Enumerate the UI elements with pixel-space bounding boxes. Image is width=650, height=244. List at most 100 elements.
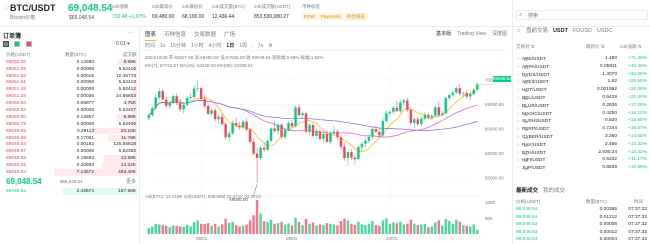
market-row[interactable]: ☆ APE3/USDT 5x 1.82 +25.65% <box>513 78 650 86</box>
tag-pow[interactable]: POW <box>302 13 317 20</box>
market-row[interactable]: ☆ RAY/USDT 5x 2.466 +13.33% <box>513 141 650 149</box>
precision-select[interactable]: 0.01 ▾ <box>116 41 130 47</box>
ask-row[interactable]: 69052.00 0.12580 8.69K <box>0 59 140 66</box>
trade-time: 07:37:33 <box>628 207 647 212</box>
market-row[interactable]: ☆ APE/USDT 5x 1.490 +71.36% <box>513 55 650 63</box>
favorite-star-icon[interactable]: ☆ <box>516 79 520 85</box>
ask-row[interactable]: 69050.80 0.12857 8.88K <box>0 114 140 121</box>
ask-row[interactable]: 69051.28 0.00036 24.85843 <box>0 93 140 100</box>
market-row[interactable]: ☆ MAGIC/USDT 5x 0.4250 +16.12% <box>513 110 650 118</box>
favorite-star-icon[interactable]: ☆ <box>516 126 520 132</box>
ask-total: 11.79K <box>121 135 136 141</box>
favorite-star-icon[interactable]: ☆ <box>516 150 520 156</box>
candle-body <box>409 109 413 124</box>
ask-row[interactable]: 69051.63 0.00015 10.35774 <box>0 72 140 80</box>
sort-price[interactable]: 最新价 ⇅ <box>586 44 605 50</box>
favorite-star-icon[interactable]: ☆ <box>516 157 520 163</box>
market-row[interactable]: ☆ DYDX/USDT 5x 1.3070 +32.06% <box>513 71 650 79</box>
market-row[interactable]: ☆ JUP/USDT 5x 0.8839 +10.96% <box>513 164 650 172</box>
ask-row[interactable]: 69050.93 0.00008 5.52407 <box>0 107 140 114</box>
favorite-star-icon[interactable]: ☆ <box>516 72 520 78</box>
search-icon: ⌕ <box>519 12 523 18</box>
favorite-star-icon[interactable]: ☆ <box>516 134 520 140</box>
volume-bar <box>329 223 332 234</box>
tab-usdt[interactable]: USDT <box>553 28 568 34</box>
volume-legend: Vol(BTC): 12.219K Vol(USDT): 838.66M 22.… <box>145 194 262 199</box>
candle-body <box>427 114 430 118</box>
favorite-star-icon[interactable]: ☆ <box>516 87 520 93</box>
volume-bar <box>290 225 294 234</box>
tag-rank[interactable]: 持仓排名 <box>344 13 367 21</box>
volume-bar <box>416 225 420 234</box>
ask-row[interactable]: 69050.79 0.00008 5.52406 <box>0 121 140 128</box>
volume-bar <box>192 222 196 234</box>
mid-price: 69,048.54 <box>6 177 42 187</box>
ask-row[interactable]: 69048.55 0.19683 13.59K <box>0 155 140 162</box>
view-asks-icon[interactable] <box>25 41 32 47</box>
market-row[interactable]: ☆ HOT/USDT 5x 0.001962 +21.06% <box>513 86 650 94</box>
tab-usdc[interactable]: USDC <box>597 28 613 34</box>
ask-row[interactable]: 69048.55 0.17081 11.79K <box>0 134 140 142</box>
more-link[interactable]: 更多 <box>126 178 136 185</box>
favorite-star-icon[interactable]: ☆ <box>516 118 520 124</box>
ask-row[interactable]: 69051.99 0.00008 5.52416 <box>0 65 140 73</box>
favorite-star-icon[interactable]: ☆ <box>516 64 520 70</box>
sort-pair[interactable]: 交易对 ⇅ <box>516 44 535 50</box>
ask-amount: 0.00008 <box>76 149 94 155</box>
ask-price: 69048.55 <box>6 135 27 141</box>
market-row[interactable]: ☆ ARPA/USDT 5x 0.05911 +42.40% <box>513 63 650 71</box>
trade-amount: 0.00008 <box>599 222 617 227</box>
ask-total: 20.10K <box>120 128 136 134</box>
view-both-icon[interactable] <box>3 41 9 47</box>
candle-body <box>280 124 283 137</box>
sort-change[interactable]: 24h涨跌 ⇅ <box>620 44 642 50</box>
tab-latest-trades[interactable]: 最新成交 <box>516 186 538 194</box>
tab-favorites[interactable]: ☆ <box>516 28 521 34</box>
volume-bar <box>346 220 350 234</box>
favorite-star-icon[interactable]: ☆ <box>516 111 520 117</box>
ask-row[interactable]: 69050.94 0.06877 4.75K <box>0 100 140 107</box>
ask-row[interactable]: 69051.49 0.00008 5.52412 <box>0 86 140 94</box>
trade-amount: 0.01212 <box>599 214 617 220</box>
market-search[interactable]: ⌕ <box>516 10 648 20</box>
order-book-mid-price: 69,048.54 $69,048.54 更多 <box>0 176 140 188</box>
ask-row[interactable]: 69051.61 0.00008 5.52413 <box>0 79 140 87</box>
favorite-star-icon[interactable]: ☆ <box>516 56 520 62</box>
market-row[interactable]: ☆ BLUR/USDT 5x 0.2836 +17.08% <box>513 102 650 110</box>
leverage-badge: 5x <box>524 95 529 101</box>
ask-row[interactable]: 69048.97 0.00008 5.52392 <box>0 148 140 156</box>
favorite-star-icon[interactable]: ☆ <box>3 4 9 12</box>
ask-amount: 7.14572 <box>76 170 94 176</box>
tab-my-trades[interactable]: 我的成交 <box>543 186 565 194</box>
tab-premarket[interactable]: 盘前交易 <box>526 26 548 34</box>
ask-row[interactable]: 69048.54 7.14572 493.40K <box>0 169 140 176</box>
tab-fdusd[interactable]: FDUSD <box>573 28 592 34</box>
tag-payments[interactable]: Payments <box>318 13 343 20</box>
candle-body <box>353 157 357 159</box>
candle-body <box>325 133 329 142</box>
candle-body <box>151 108 154 116</box>
favorite-star-icon[interactable]: ☆ <box>516 165 520 171</box>
pair-title[interactable]: BTC/USDT <box>10 3 56 13</box>
ask-row[interactable]: 69048.55 0.20593 14.22K <box>0 162 140 169</box>
view-bids-icon[interactable] <box>14 41 21 47</box>
candle-body <box>395 107 399 112</box>
market-row[interactable]: ☆ PERP/USDT 5x 0.7244 +15.57% <box>513 125 650 133</box>
market-row[interactable]: ☆ HIFI/USDT 5x 0.5432 +11.17% <box>513 156 650 164</box>
candle-body <box>238 125 241 128</box>
pair-subtitle[interactable]: Bitcoin价格 <box>10 14 35 21</box>
market-row[interactable]: ☆ SUSHI/USDT 5x 0.820 +15.98% <box>513 117 650 125</box>
ask-row[interactable]: 69048.56 0.29113 20.10K <box>0 127 140 135</box>
market-row[interactable]: ☆ ETH/USDT 5x 2,530.34 +12.42% <box>513 149 650 157</box>
more-options-icon[interactable]: ··· <box>128 30 134 36</box>
favorite-star-icon[interactable]: ☆ <box>516 95 520 101</box>
volume-bar <box>322 225 325 234</box>
favorite-star-icon[interactable]: ☆ <box>516 142 520 148</box>
bid-row[interactable]: 69048.53 2.42674 167.56K <box>0 188 140 195</box>
market-row[interactable]: ☆ BEL/USDT 5x 0.6429 +21.44% <box>513 94 650 102</box>
ask-row[interactable]: 69048.54 0.00182 125.66818 <box>0 141 140 149</box>
favorite-star-icon[interactable]: ☆ <box>516 103 520 109</box>
search-input[interactable] <box>528 12 638 19</box>
market-row[interactable]: ☆ CYBER/USDT 5x 3.360 +14.05% <box>513 133 650 141</box>
market-change: +10.96% <box>627 165 647 171</box>
